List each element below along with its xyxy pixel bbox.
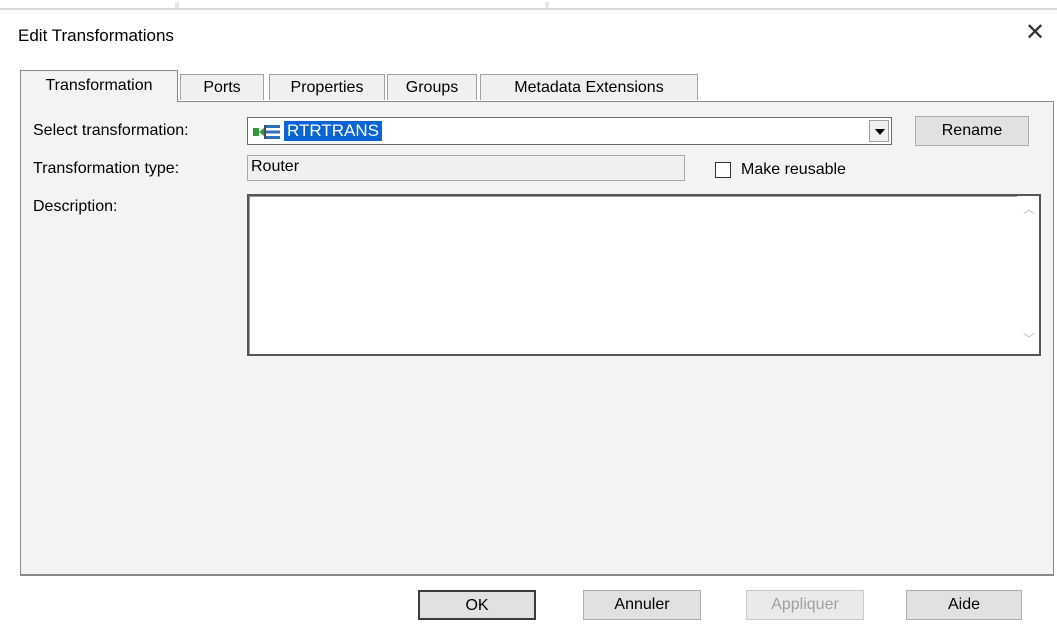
scroll-down-icon[interactable]: ﹀ <box>1023 333 1035 345</box>
select-transformation-value: RTRTRANS <box>284 121 382 141</box>
footer-divider <box>20 575 1054 576</box>
tab-properties[interactable]: Properties <box>269 74 385 100</box>
rename-button[interactable]: Rename <box>915 116 1029 146</box>
router-transformation-icon <box>253 125 280 139</box>
chevron-down-icon[interactable] <box>869 120 889 142</box>
description-label: Description: <box>33 198 118 215</box>
description-scrollbar[interactable]: ︿ ﹀ <box>1017 196 1039 354</box>
select-transformation-label: Select transformation: <box>33 122 189 139</box>
transformation-type-label: Transformation type: <box>33 160 180 177</box>
tab-metadata-extensions[interactable]: Metadata Extensions <box>480 74 698 100</box>
dialog-title: Edit Transformations <box>18 26 174 45</box>
description-textarea[interactable]: ︿ ﹀ <box>247 194 1041 356</box>
tab-groups[interactable]: Groups <box>387 74 477 100</box>
ok-button[interactable]: OK <box>418 590 536 620</box>
tab-ports[interactable]: Ports <box>180 74 264 100</box>
apply-button[interactable]: Appliquer <box>746 590 864 620</box>
tab-transformation[interactable]: Transformation <box>20 70 178 102</box>
select-transformation-dropdown[interactable]: RTRTRANS <box>247 117 892 145</box>
help-button[interactable]: Aide <box>906 590 1022 620</box>
scroll-up-icon[interactable]: ︿ <box>1023 203 1035 215</box>
background-window-edge <box>0 2 1057 10</box>
make-reusable-checkbox[interactable] <box>715 162 731 178</box>
transformation-type-field: Router <box>247 155 685 181</box>
make-reusable-label[interactable]: Make reusable <box>741 161 846 179</box>
close-icon[interactable]: ✕ <box>1020 18 1050 48</box>
cancel-button[interactable]: Annuler <box>583 590 701 620</box>
transformation-panel: Select transformation: RTRTRANS Rename T… <box>20 101 1054 575</box>
